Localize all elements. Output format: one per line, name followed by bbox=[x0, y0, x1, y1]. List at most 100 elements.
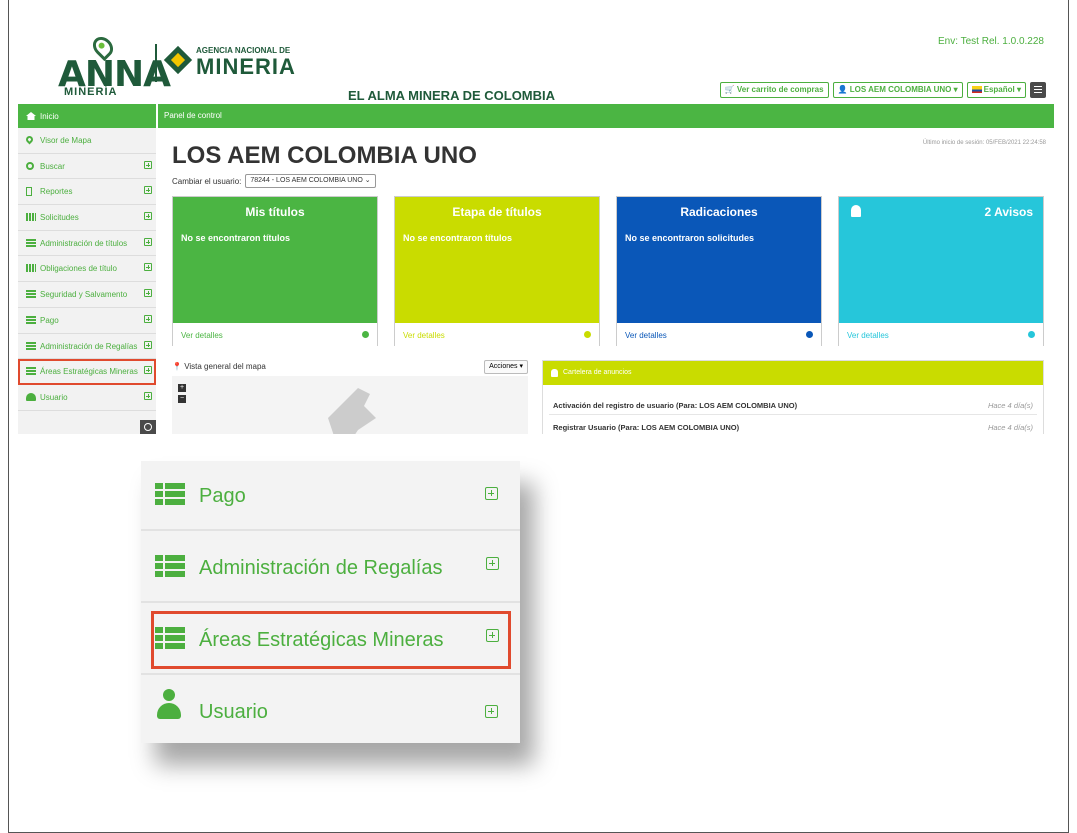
sidebar-item-solicitudes[interactable]: Solicitudes bbox=[18, 205, 156, 231]
sidebar-item-label: Visor de Mapa bbox=[40, 136, 92, 145]
announcement-date: Hace 4 día(s) bbox=[987, 423, 1033, 432]
language-button[interactable]: Español ▾ bbox=[966, 82, 1026, 98]
sidebar-item-label: Solicitudes bbox=[40, 213, 79, 223]
zoom-item-areas-estrategicas[interactable]: Áreas Estratégicas Mineras bbox=[141, 605, 520, 675]
sidebar-item-regalias[interactable]: Administración de Regalías bbox=[18, 334, 156, 360]
list-icon bbox=[155, 627, 185, 649]
expand-plus-icon[interactable] bbox=[144, 237, 152, 246]
anna-logo: ANNA MINERÍA bbox=[58, 32, 171, 100]
language-label: Español bbox=[983, 85, 1015, 94]
zoom-item-pago[interactable]: Pago bbox=[141, 461, 520, 531]
sidebar-item-visor-mapa[interactable]: Visor de Mapa bbox=[18, 128, 156, 154]
announcements-panel: Cartelera de anuncios Activación del reg… bbox=[542, 360, 1044, 434]
arrow-circle-icon bbox=[584, 331, 591, 338]
map-label-text: Vista general del mapa bbox=[184, 362, 266, 371]
card-message: No se encontraron títulos bbox=[403, 233, 513, 243]
user-menu-button[interactable]: 👤 LOS AEM COLOMBIA UNO ▾ bbox=[832, 82, 963, 98]
sidebar-item-label: Reportes bbox=[40, 187, 73, 197]
zoom-out-icon[interactable]: − bbox=[178, 395, 186, 403]
zoom-item-label: Pago bbox=[199, 485, 246, 507]
expand-plus-icon[interactable] bbox=[144, 366, 152, 375]
card-avisos: 2 Avisos Ver detalles bbox=[838, 196, 1044, 347]
home-icon bbox=[26, 112, 36, 120]
file-icon bbox=[26, 187, 32, 197]
list-icon bbox=[26, 367, 36, 376]
card-header: Radicaciones No se encontraron solicitud… bbox=[617, 197, 821, 323]
sidebar-item-label: Pago bbox=[40, 315, 59, 325]
expand-plus-icon[interactable] bbox=[144, 160, 152, 169]
expand-plus-icon[interactable] bbox=[486, 557, 499, 570]
app-screenshot: ANNA MINERÍA AGENCIA NACIONAL DE MINERIA… bbox=[18, 30, 1054, 434]
sidebar-item-buscar[interactable]: Buscar bbox=[18, 154, 156, 180]
card-footer-link[interactable]: Ver detalles bbox=[839, 323, 1043, 347]
card-title: Radicaciones bbox=[680, 205, 758, 219]
sidebar-item-usuario[interactable]: Usuario bbox=[18, 385, 156, 411]
list-icon bbox=[26, 315, 36, 324]
card-radicaciones: Radicaciones No se encontraron solicitud… bbox=[616, 196, 822, 347]
card-etapa-titulos: Etapa de títulos No se encontraron títul… bbox=[394, 196, 600, 347]
announcements-title: Cartelera de anuncios bbox=[563, 369, 632, 376]
sidebar-item-inicio[interactable]: Inicio bbox=[18, 104, 156, 128]
summary-cards: Mis títulos No se encontraron títulos Ve… bbox=[172, 196, 1044, 347]
list-icon bbox=[26, 238, 36, 247]
expand-plus-icon[interactable] bbox=[144, 340, 152, 349]
expand-plus-icon[interactable] bbox=[485, 705, 498, 718]
sidebar-item-reportes[interactable]: Reportes bbox=[18, 179, 156, 206]
user-menu-label: LOS AEM COLOMBIA UNO bbox=[849, 85, 952, 94]
cart-button[interactable]: 🛒 Ver carrito de compras bbox=[719, 82, 829, 98]
expand-plus-icon[interactable] bbox=[144, 212, 152, 221]
expand-plus-icon[interactable] bbox=[485, 487, 498, 500]
tagline: EL ALMA MINERA DE COLOMBIA bbox=[348, 88, 556, 103]
env-version: Env: Test Rel. 1.0.0.228 bbox=[938, 36, 1044, 47]
card-header: Etapa de títulos No se encontraron títul… bbox=[395, 197, 599, 323]
sidebar-item-administracion-titulos[interactable]: Administración de títulos bbox=[18, 231, 156, 257]
sidebar-item-label: Áreas Estratégicas Mineras bbox=[40, 367, 138, 377]
arrow-circle-icon bbox=[806, 331, 813, 338]
actions-dropdown[interactable]: Acciones ▾ bbox=[484, 360, 528, 374]
announcement-row[interactable]: Registrar Usuario (Para: LOS AEM COLOMBI… bbox=[549, 415, 1037, 434]
sidebar-item-obligaciones[interactable]: Obligaciones de título bbox=[18, 256, 156, 283]
zoom-in-icon[interactable]: + bbox=[178, 384, 186, 392]
logo-divider bbox=[155, 44, 157, 82]
announcement-row[interactable]: Activación del registro de usuario (Para… bbox=[549, 393, 1037, 415]
card-link-label: Ver detalles bbox=[403, 331, 445, 340]
page-title: LOS AEM COLOMBIA UNO bbox=[172, 142, 477, 169]
zoom-item-label: Áreas Estratégicas Mineras bbox=[199, 629, 444, 651]
card-title: 2 Avisos bbox=[984, 205, 1033, 219]
announcement-text: Registrar Usuario (Para: LOS AEM COLOMBI… bbox=[553, 423, 740, 432]
map-overview: 📍 Vista general del mapa Acciones ▾ + − bbox=[172, 360, 528, 434]
zoomed-sidebar-detail: Pago Administración de Regalías Áreas Es… bbox=[141, 461, 520, 743]
sidebar-item-pago[interactable]: Pago bbox=[18, 308, 156, 334]
card-title: Mis títulos bbox=[245, 205, 305, 219]
zoom-item-label: Usuario bbox=[199, 701, 268, 723]
zoom-item-usuario[interactable]: Usuario bbox=[141, 677, 520, 747]
card-footer-link[interactable]: Ver detalles bbox=[617, 323, 821, 347]
list-icon bbox=[26, 290, 36, 299]
arrow-circle-icon bbox=[362, 331, 369, 338]
actions-label: Acciones bbox=[489, 363, 518, 370]
expand-plus-icon[interactable] bbox=[144, 263, 152, 272]
map-canvas[interactable]: + − bbox=[172, 376, 528, 434]
card-footer-link[interactable]: Ver detalles bbox=[173, 323, 377, 347]
logo-subtext: MINERÍA bbox=[64, 86, 118, 98]
expand-plus-icon[interactable] bbox=[144, 186, 152, 195]
cart-button-label: Ver carrito de compras bbox=[736, 85, 824, 94]
expand-plus-icon[interactable] bbox=[144, 391, 152, 400]
change-user-select[interactable]: 78244 - LOS AEM COLOMBIA UNO ⌄ bbox=[245, 174, 376, 188]
hamburger-menu-icon[interactable] bbox=[1030, 82, 1046, 98]
colombia-flag-icon bbox=[971, 86, 982, 93]
sidebar-item-label: Obligaciones de título bbox=[40, 264, 117, 274]
collapse-sidebar-icon[interactable] bbox=[140, 420, 156, 434]
card-footer-link[interactable]: Ver detalles bbox=[395, 323, 599, 347]
breadcrumb[interactable]: Panel de control bbox=[164, 111, 222, 120]
expand-plus-icon[interactable] bbox=[486, 629, 499, 642]
top-buttons: 🛒 Ver carrito de compras 👤 LOS AEM COLOM… bbox=[719, 82, 1046, 98]
expand-plus-icon[interactable] bbox=[144, 314, 152, 323]
list-icon bbox=[155, 483, 185, 505]
sidebar-item-seguridad[interactable]: Seguridad y Salvamento bbox=[18, 282, 156, 308]
change-user-row: Cambiar el usuario: 78244 - LOS AEM COLO… bbox=[172, 174, 376, 188]
sidebar-item-label: Buscar bbox=[40, 161, 65, 171]
expand-plus-icon[interactable] bbox=[144, 289, 152, 298]
sidebar-item-areas-estrategicas[interactable]: Áreas Estratégicas Mineras bbox=[18, 359, 156, 385]
zoom-item-regalias[interactable]: Administración de Regalías bbox=[141, 533, 520, 603]
